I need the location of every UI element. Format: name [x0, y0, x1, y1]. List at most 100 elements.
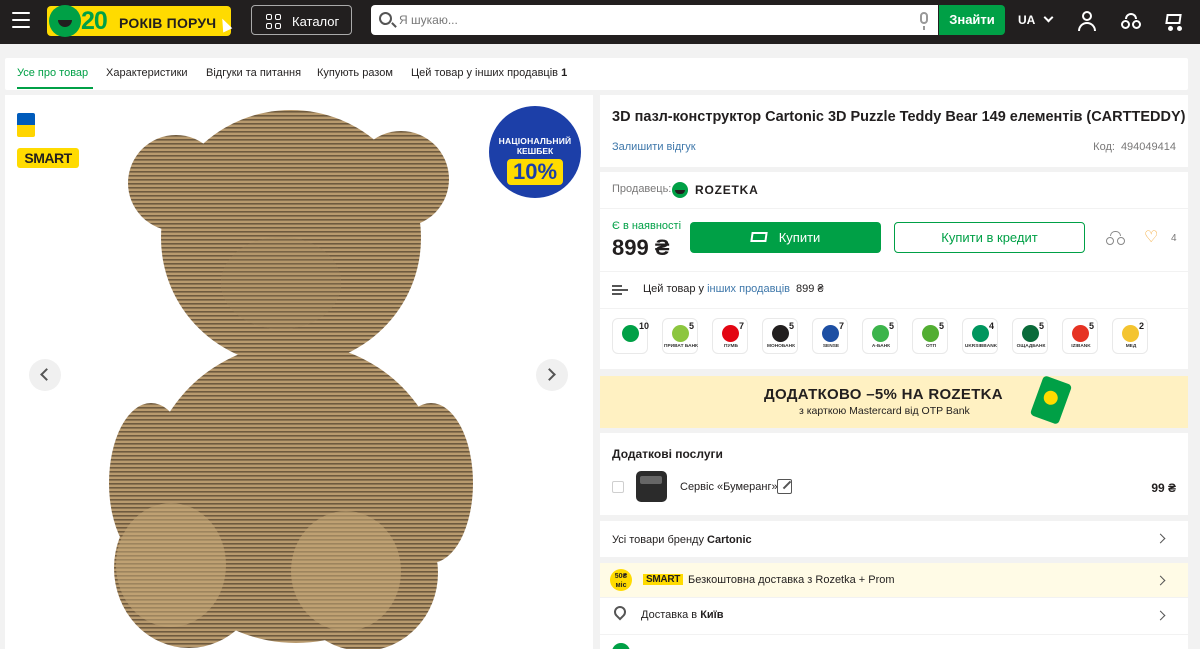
bank-installments: 5 — [1039, 321, 1045, 331]
bank-ukrsibbank[interactable]: UKRSIBBANK 4 — [962, 318, 998, 354]
bank-name: МОНОБАНК — [766, 344, 796, 349]
search-button[interactable]: Знайти — [939, 5, 1005, 35]
delivery-option-row — [600, 635, 1188, 649]
seller-name[interactable]: ROZETKA — [695, 183, 759, 197]
bank-med[interactable]: МЕД 2 — [1112, 318, 1148, 354]
chevron-right-icon — [1155, 533, 1166, 544]
chevron-down-icon[interactable] — [1043, 12, 1054, 23]
smart-logo: SMART — [643, 574, 684, 585]
bank-installments: 7 — [839, 321, 845, 331]
external-link-icon[interactable] — [777, 479, 792, 494]
language-selector[interactable]: UA — [1018, 13, 1035, 27]
chevron-right-icon — [1155, 575, 1166, 586]
search-input[interactable] — [399, 11, 899, 29]
menu-icon[interactable] — [12, 12, 30, 28]
seller-card: Продавець: ROZETKA — [600, 172, 1188, 208]
logo-smile-icon — [49, 5, 81, 37]
national-cashback-badge: НАЦІОНАЛЬНИЙ КЕШБЕК 10% — [489, 106, 581, 198]
top-header: 20 РОКІВ ПОРУЧ Каталог Знайти UA — [0, 0, 1200, 44]
catalog-button[interactable]: Каталог — [251, 5, 352, 35]
favorites-count: 4 — [1171, 233, 1177, 244]
bank-pumb[interactable]: ПУМБ 7 — [712, 318, 748, 354]
catalog-label: Каталог — [292, 14, 340, 29]
tab-characteristics[interactable]: Характеристики — [106, 67, 188, 79]
bank-logo-icon — [1022, 325, 1039, 342]
buy-on-credit-button[interactable]: Купити в кредит — [894, 222, 1085, 253]
bank-otp[interactable]: ОТП 5 — [912, 318, 948, 354]
site-logo[interactable]: 20 РОКІВ ПОРУЧ — [47, 5, 231, 37]
bank-name: МЕД — [1125, 344, 1137, 349]
smart-delivery-text: Безкоштовна доставка з Rozetka + Prom — [688, 574, 895, 586]
boomerang-service-image — [636, 471, 667, 502]
delivery-row[interactable]: Доставка в Київ — [600, 598, 1188, 634]
buy-card: Є в наявності 899 ₴ Купити Купити в кред… — [600, 209, 1188, 271]
brand-products-text: Усі товари бренду Cartonic — [612, 534, 752, 546]
bank-installments: 4 — [989, 321, 995, 331]
tab-all-about-product[interactable]: Усе про товар — [17, 67, 88, 79]
compare-icon[interactable] — [1120, 10, 1142, 32]
cardboard-teddy-bear-image[interactable] — [101, 103, 501, 649]
product-code: Код: 494049414 — [1087, 141, 1176, 153]
compare-icon[interactable] — [1106, 229, 1126, 247]
gallery-next-button[interactable] — [536, 359, 568, 391]
bank-sense[interactable]: SENSE 7 — [812, 318, 848, 354]
service-name: Сервіс «Бумеранг» — [680, 481, 778, 493]
smart-price: 50₴ — [614, 573, 628, 580]
bank-logo-icon — [722, 325, 739, 342]
bank-izibank[interactable]: IZIBANK 5 — [1062, 318, 1098, 354]
tab-reviews[interactable]: Відгуки та питання — [206, 67, 301, 79]
bank-name: ОТП — [925, 344, 937, 349]
bank-logo-icon — [622, 325, 639, 342]
bank-rozetka[interactable]: 10 — [612, 318, 650, 354]
heart-icon[interactable]: ♡ — [1144, 230, 1158, 246]
bank-monobank[interactable]: МОНОБАНК 5 — [762, 318, 798, 354]
other-sellers-prefix: Цей товар у — [643, 283, 704, 295]
rozetka-logo-icon — [672, 182, 688, 198]
tab-bought-together[interactable]: Купують разом — [317, 67, 393, 79]
bank-installments: 10 — [639, 321, 650, 331]
bank-name: ОЩАДБАНК — [1016, 344, 1046, 349]
buy-button[interactable]: Купити — [690, 222, 881, 253]
bank-logo-icon — [1122, 325, 1139, 342]
availability-status: Є в наявності — [612, 220, 682, 232]
bank-abank[interactable]: А-БАНК 5 — [862, 318, 898, 354]
bank-installments: 5 — [889, 321, 895, 331]
bank-privatbank[interactable]: ПРИВАТ БАНК 5 — [662, 318, 698, 354]
user-icon[interactable] — [1076, 10, 1098, 32]
chevron-right-icon — [543, 368, 556, 381]
service-checkbox[interactable] — [612, 481, 624, 493]
tab-other-sellers-count: 1 — [561, 67, 568, 79]
microphone-icon[interactable] — [920, 12, 928, 30]
delivery-text: Доставка в Київ — [641, 609, 724, 621]
gallery-prev-button[interactable] — [29, 359, 61, 391]
other-sellers-link[interactable]: інших продавців — [707, 283, 790, 295]
search-icon — [379, 12, 392, 25]
delivery-city[interactable]: Київ — [700, 609, 723, 621]
smart-period: міс — [615, 582, 627, 589]
other-sellers-text: Цей товар у інших продавців 899 ₴ — [643, 283, 824, 295]
promo-subtitle: з карткою Mastercard від OTP Bank — [799, 405, 970, 417]
tab-other-sellers[interactable]: Цей товар у інших продавців 1 — [411, 67, 567, 79]
product-price: 899 ₴ — [612, 235, 670, 260]
promo-banner[interactable]: ДОДАТКОВО –5% НА ROZETKA з карткою Maste… — [600, 375, 1188, 428]
smart-badge: SMART — [17, 148, 79, 168]
tab-other-sellers-label: Цей товар у інших продавців — [411, 67, 559, 79]
bank-oschadbank[interactable]: ОЩАДБАНК 5 — [1012, 318, 1048, 354]
product-title-card: 3D пазл-конструктор Cartonic 3D Puzzle T… — [600, 95, 1188, 167]
chevron-right-icon — [1155, 610, 1166, 621]
logo-text: РОКІВ ПОРУЧ — [119, 15, 217, 31]
smart-delivery-row[interactable]: 50₴ міс SMART Безкоштовна доставка з Roze… — [600, 563, 1188, 597]
cart-icon — [750, 231, 768, 242]
other-sellers-card: Цей товар у інших продавців 899 ₴ — [600, 272, 1188, 308]
promo-title: ДОДАТКОВО –5% НА ROZETKA — [764, 386, 1003, 403]
product-code-value: 494049414 — [1120, 141, 1176, 153]
product-code-label: Код: — [1093, 141, 1115, 153]
product-tabs: Усе про товар Характеристики Відгуки та … — [5, 58, 1188, 90]
bank-logo-icon — [1072, 325, 1089, 342]
bank-name: ПУМБ — [724, 344, 738, 349]
delivery-option-icon — [612, 643, 630, 649]
brand-products-row[interactable]: Усі товари бренду Cartonic — [600, 521, 1188, 557]
leave-review-link[interactable]: Залишити відгук — [612, 141, 696, 153]
bank-logo-icon — [822, 325, 839, 342]
cart-icon[interactable] — [1162, 10, 1184, 32]
